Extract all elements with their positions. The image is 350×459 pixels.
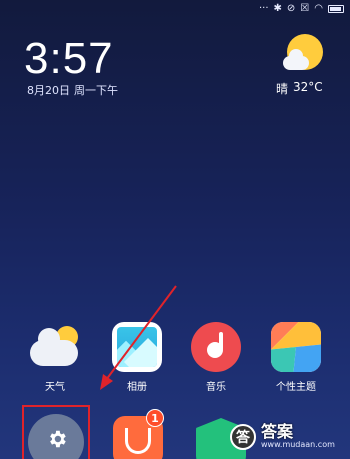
weather-widget-label: 晴 32°C <box>276 80 323 97</box>
app-themes[interactable]: 个性主题 <box>264 322 328 393</box>
watermark-url: www.mudaan.com <box>261 440 335 450</box>
clock-date: 8月20日 周一下午 <box>27 82 118 98</box>
weather-icon <box>30 322 80 372</box>
app-weather[interactable]: 天气 <box>23 322 87 393</box>
music-icon <box>191 322 241 372</box>
notification-badge: 1 <box>146 409 164 427</box>
app-label-music: 音乐 <box>206 382 226 393</box>
weekday-label: 周一下午 <box>74 84 118 97</box>
watermark-seal: 答 <box>230 424 256 450</box>
app-label-themes: 个性主题 <box>276 382 316 393</box>
app-label-gallery: 相册 <box>127 382 147 393</box>
bluetooth-icon: ✱ <box>273 3 282 14</box>
settings-highlight-box <box>22 405 90 459</box>
date-label: 8月20日 <box>27 84 70 97</box>
weather-widget-icon[interactable] <box>283 34 329 74</box>
shopping-bag-icon <box>125 428 151 454</box>
app-music[interactable]: 音乐 <box>184 322 248 393</box>
wifi-icon: ◠ <box>314 3 323 14</box>
watermark: 答 答案 www.mudaan.com <box>230 417 348 457</box>
watermark-title: 答案 <box>261 422 294 442</box>
silent-icon: ⊘ <box>286 3 296 14</box>
app-gallery[interactable]: 相册 <box>105 322 169 393</box>
battery-icon <box>328 5 344 13</box>
clock-time[interactable]: 3:57 <box>24 34 114 84</box>
gallery-icon <box>112 322 162 372</box>
themes-icon <box>271 322 321 372</box>
dots-icon: ··· <box>258 3 269 14</box>
status-bar: ··· ✱ ⊘ ☒ ◠ <box>259 0 344 18</box>
app-label-weather: 天气 <box>45 382 65 393</box>
sim-icon: ☒ <box>300 3 310 14</box>
weather-temperature: 32°C <box>293 80 323 94</box>
weather-condition: 晴 <box>276 82 289 96</box>
cloud-icon <box>283 49 309 70</box>
